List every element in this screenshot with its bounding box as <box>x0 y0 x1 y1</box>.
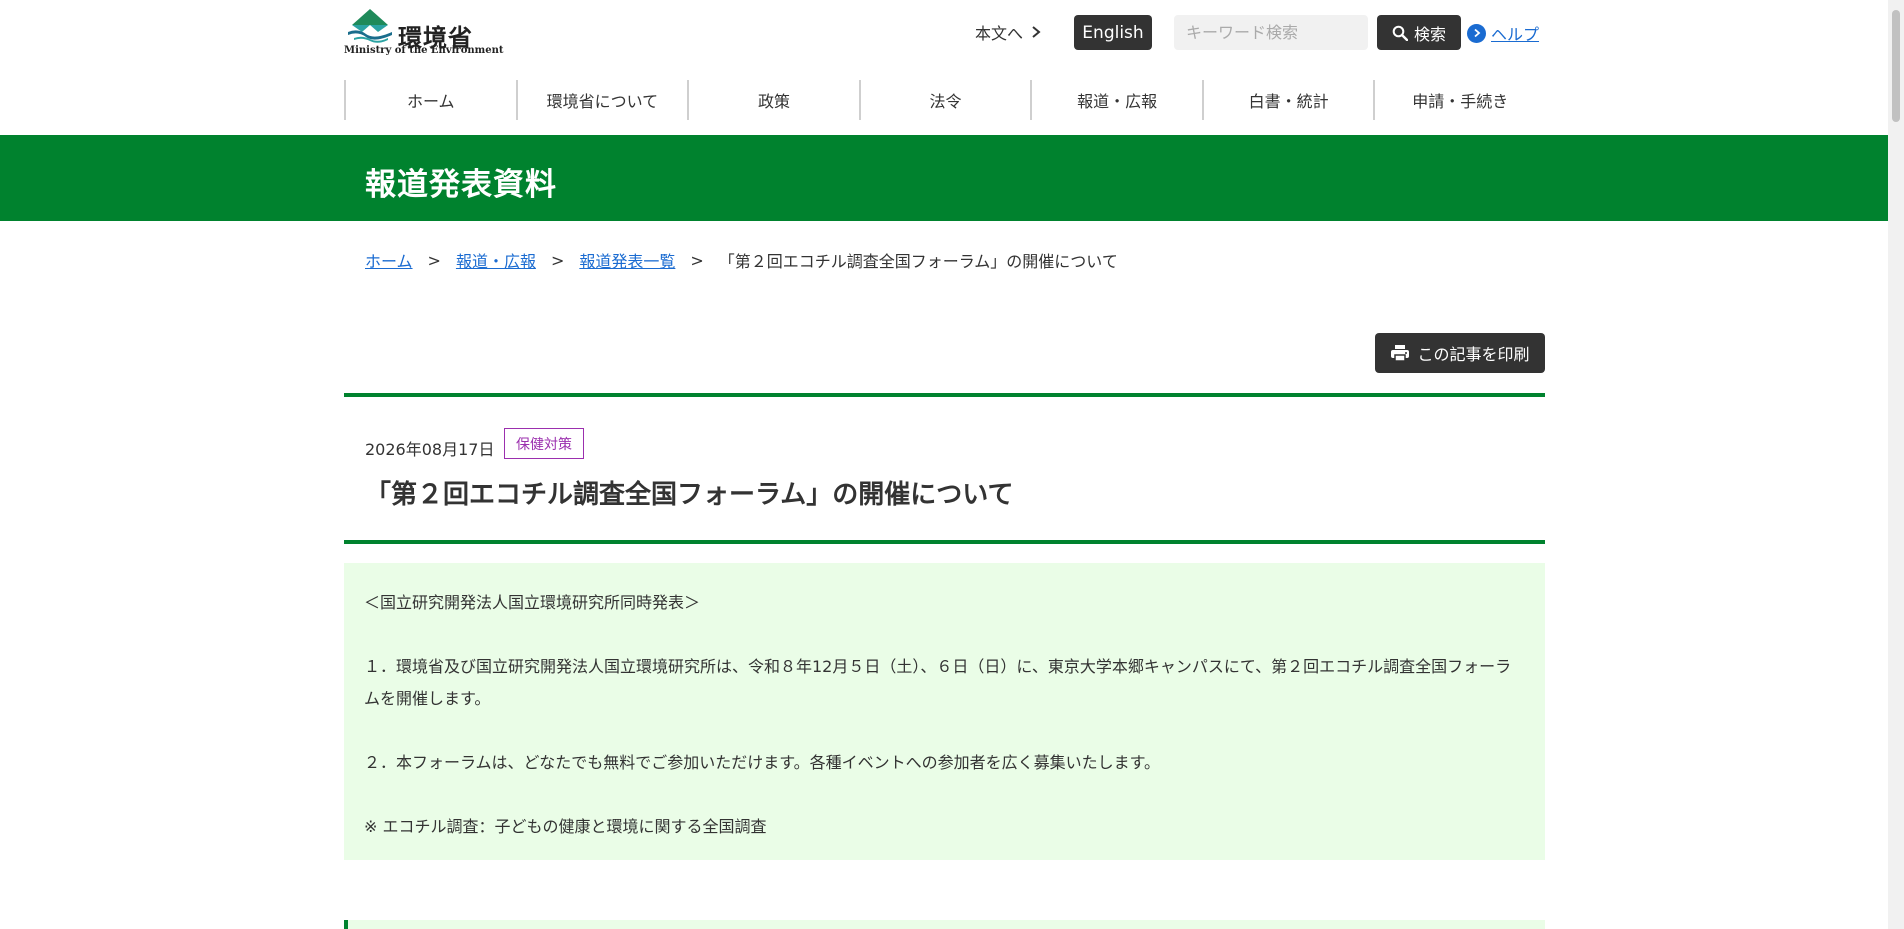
logo-text-en: Ministry of the Environment <box>344 45 504 56</box>
breadcrumb-current: 「第２回エコチル調査全国フォーラム」の開催について <box>718 252 1118 271</box>
nav-item-statistics[interactable]: 白書・統計 <box>1201 80 1374 120</box>
english-button[interactable]: English <box>1074 15 1152 50</box>
summary-paragraph: ＜国立研究開発法人国立環境研究所同時発表＞ <box>364 593 701 612</box>
search-input[interactable] <box>1174 15 1368 50</box>
nav-item-about[interactable]: 環境省について <box>515 80 688 120</box>
chevron-right-icon <box>1032 26 1041 38</box>
nav-item-policy[interactable]: 政策 <box>687 80 859 120</box>
article-bottom-rule <box>344 540 1545 544</box>
print-button-label: この記事を印刷 <box>1417 345 1530 364</box>
global-nav: ホーム 環境省について 政策 法令 報道・広報 白書・統計 申請・手続き <box>344 80 1545 120</box>
article-title: 「第２回エコチル調査全国フォーラム」の開催について <box>365 480 1014 510</box>
summary-paragraph: １．環境省及び国立研究開発法人国立環境研究所は、令和８年12月５日（土）、６日（… <box>364 657 1512 708</box>
page-banner: 報道発表資料 <box>0 135 1888 221</box>
help-link[interactable]: ヘルプ <box>1467 21 1539 45</box>
skip-to-content-link[interactable]: 本文へ <box>975 20 1041 44</box>
breadcrumb-separator: > <box>690 250 704 270</box>
help-label: ヘルプ <box>1491 25 1540 44</box>
next-section-box <box>344 920 1545 929</box>
nav-item-law[interactable]: 法令 <box>858 80 1031 120</box>
nav-item-home[interactable]: ホーム <box>344 80 516 120</box>
chevron-right-circle-icon <box>1467 23 1486 43</box>
search-icon <box>1392 25 1408 41</box>
ministry-logo-icon <box>348 9 392 43</box>
page-title: 報道発表資料 <box>365 167 557 203</box>
article-date: 2026年08月17日 <box>365 440 495 459</box>
breadcrumb-press-list[interactable]: 報道発表一覧 <box>579 248 675 272</box>
article-summary: ＜国立研究開発法人国立環境研究所同時発表＞ １．環境省及び国立研究開発法人国立環… <box>344 563 1545 860</box>
summary-paragraph: ※ エコチル調査：子どもの健康と環境に関する全国調査 <box>364 817 767 836</box>
summary-paragraph: ２．本フォーラムは、どなたでも無料でご参加いただけます。各種イベントへの参加者を… <box>364 753 1161 772</box>
breadcrumb-separator: > <box>427 250 441 270</box>
search-button-label: 検索 <box>1413 24 1446 44</box>
search-button[interactable]: 検索 <box>1377 15 1461 50</box>
printer-icon <box>1391 345 1410 362</box>
site-header: 環境省 Ministry of the Environment 本文へ Engl… <box>0 0 1888 135</box>
article-top-rule <box>344 393 1545 397</box>
category-tag[interactable]: 保健対策 <box>504 428 584 459</box>
ministry-logo[interactable]: 環境省 Ministry of the Environment <box>344 8 503 56</box>
breadcrumb-separator: > <box>550 250 565 270</box>
scrollbar[interactable] <box>1888 0 1904 929</box>
scrollbar-thumb[interactable] <box>1892 10 1900 122</box>
breadcrumb-home[interactable]: ホーム <box>365 248 413 272</box>
nav-item-press[interactable]: 報道・広報 <box>1030 80 1202 120</box>
page: 環境省 Ministry of the Environment 本文へ Engl… <box>0 0 1888 929</box>
breadcrumb: ホーム > 報道・広報 > 報道発表一覧 > 「第２回エコチル調査全国フォーラム… <box>365 248 1118 272</box>
print-button[interactable]: この記事を印刷 <box>1375 333 1545 373</box>
breadcrumb-press[interactable]: 報道・広報 <box>456 248 536 272</box>
nav-item-applications[interactable]: 申請・手続き <box>1373 80 1545 120</box>
skip-label: 本文へ <box>975 24 1024 43</box>
